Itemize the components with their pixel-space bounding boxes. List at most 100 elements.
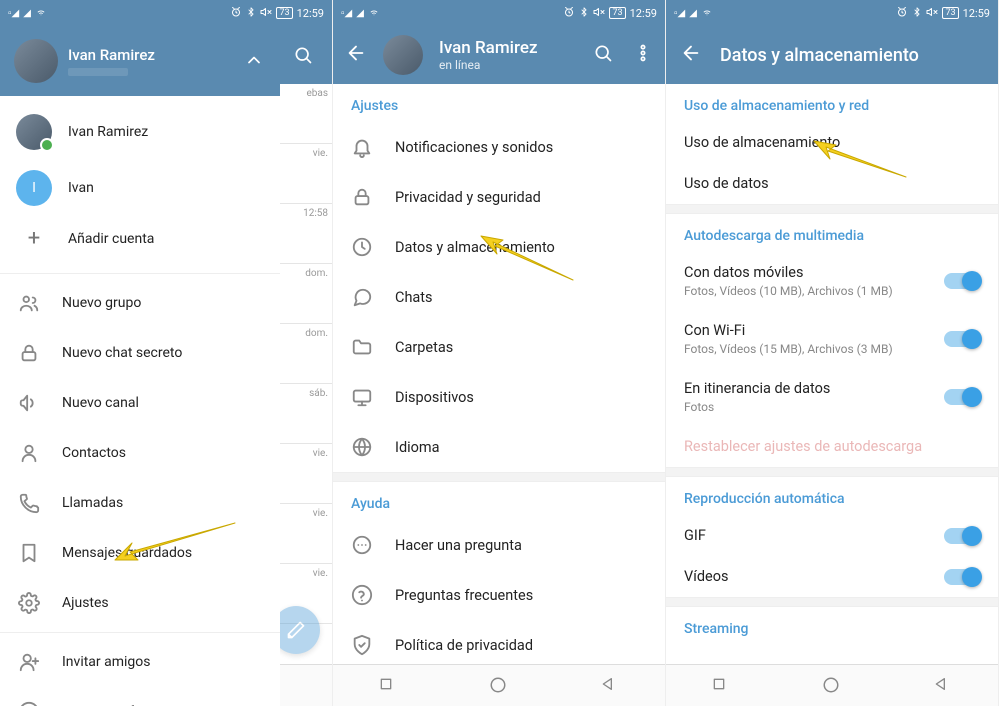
- profile-avatar[interactable]: [383, 35, 423, 75]
- setting-language[interactable]: Idioma: [333, 422, 665, 472]
- drawer-header: Ivan Ramirez: [0, 26, 280, 96]
- add-account-label: Añadir cuenta: [68, 231, 154, 247]
- help-ask[interactable]: Hacer una pregunta: [333, 520, 665, 570]
- menu-invite[interactable]: Invitar amigos: [0, 637, 280, 687]
- setting-data-storage[interactable]: Datos y almacenamiento: [333, 222, 665, 272]
- group-icon: [18, 292, 40, 314]
- profile-avatar[interactable]: [14, 39, 58, 83]
- menu-faq[interactable]: Preguntas frecuentes: [0, 687, 280, 706]
- online-badge: [40, 138, 54, 152]
- screen-drawer: ▫◢ ◢ 73 12:59 ebas vie. 12:58 dom. dom. …: [0, 0, 333, 706]
- alarm-icon: [230, 6, 242, 21]
- section-header-ayuda: Ayuda: [333, 482, 665, 520]
- data-storage-appbar: Datos y almacenamiento: [666, 26, 998, 84]
- account-item[interactable]: Ivan Ramirez: [0, 104, 280, 160]
- drawer-panel: Ivan Ramirez Ivan Ramirez I Ivan + Añadi…: [0, 26, 280, 706]
- chat-icon: [351, 534, 373, 556]
- menu-contacts[interactable]: Contactos: [0, 428, 280, 478]
- toggle[interactable]: [944, 569, 980, 585]
- setting-devices[interactable]: Dispositivos: [333, 372, 665, 422]
- menu-saved[interactable]: Mensajes guardados: [0, 528, 280, 578]
- item-data-usage[interactable]: Uso de datos: [666, 163, 998, 204]
- section-header-streaming: Streaming: [666, 607, 998, 645]
- menu-label: Llamadas: [62, 495, 123, 511]
- item-gif[interactable]: GIF: [666, 515, 998, 556]
- folder-icon: [351, 336, 373, 358]
- item-videos[interactable]: Vídeos: [666, 556, 998, 597]
- nav-bar: [333, 664, 665, 706]
- menu-label: Mensajes guardados: [62, 545, 192, 561]
- search-icon[interactable]: [593, 43, 613, 67]
- clock-icon: [351, 236, 373, 258]
- nav-back[interactable]: [600, 676, 620, 696]
- nav-bar: [666, 664, 998, 706]
- item-sub: Fotos, Vídeos (10 MB), Archivos (1 MB): [684, 284, 893, 298]
- item-label: Uso de datos: [684, 175, 769, 192]
- toggle[interactable]: [944, 389, 980, 405]
- menu-label: Invitar amigos: [62, 654, 151, 670]
- menu-settings[interactable]: Ajustes: [0, 578, 280, 628]
- chevron-up-icon[interactable]: [244, 50, 264, 74]
- nav-home[interactable]: [822, 676, 842, 696]
- setting-label: Carpetas: [395, 339, 453, 356]
- help-faq[interactable]: Preguntas frecuentes: [333, 570, 665, 620]
- menu-new-group[interactable]: Nuevo grupo: [0, 278, 280, 328]
- phone-icon: [18, 492, 40, 514]
- user-icon: [18, 442, 40, 464]
- item-label: Uso de almacenamiento: [684, 134, 840, 151]
- nav-back[interactable]: [933, 676, 953, 696]
- help-privacy[interactable]: Política de privacidad: [333, 620, 665, 670]
- toggle[interactable]: [944, 273, 980, 289]
- section-header-ajustes: Ajustes: [333, 84, 665, 122]
- item-reset: Restablecer ajustes de autodescarga: [666, 426, 998, 467]
- profile-phone-blurred: [68, 68, 128, 76]
- menu-label: Nuevo chat secreto: [62, 345, 182, 361]
- nav-home[interactable]: [489, 676, 509, 696]
- help-icon: [18, 701, 40, 706]
- item-label: En itinerancia de datos: [684, 380, 830, 397]
- setting-folders[interactable]: Carpetas: [333, 322, 665, 372]
- status-time: 12:59: [297, 7, 324, 20]
- globe-icon: [351, 436, 373, 458]
- setting-chats[interactable]: Chats: [333, 272, 665, 322]
- setting-label: Dispositivos: [395, 389, 474, 406]
- search-icon[interactable]: [293, 45, 313, 65]
- status-bar: ▫◢◢ 7312:59: [333, 0, 665, 26]
- item-label: Restablecer ajustes de autodescarga: [684, 438, 922, 455]
- bookmark-icon: [18, 542, 40, 564]
- screen-data-storage: ▫◢◢ 7312:59 Datos y almacenamiento Uso d…: [666, 0, 999, 706]
- settings-appbar: Ivan Ramirez en línea: [333, 26, 665, 84]
- menu-secret-chat[interactable]: Nuevo chat secreto: [0, 328, 280, 378]
- account-item[interactable]: I Ivan: [0, 160, 280, 216]
- setting-notifications[interactable]: Notificaciones y sonidos: [333, 122, 665, 172]
- menu-new-channel[interactable]: Nuevo canal: [0, 378, 280, 428]
- toggle[interactable]: [944, 528, 980, 544]
- shield-icon: [351, 634, 373, 656]
- item-label: Con datos móviles: [684, 264, 893, 281]
- item-label: Vídeos: [684, 568, 728, 585]
- back-icon[interactable]: [680, 42, 702, 68]
- bluetooth-icon: [246, 6, 256, 21]
- menu-label: Ajustes: [62, 595, 109, 611]
- item-roaming[interactable]: En itinerancia de datosFotos: [666, 368, 998, 426]
- item-wifi[interactable]: Con Wi-FiFotos, Vídeos (15 MB), Archivos…: [666, 310, 998, 368]
- nav-recent[interactable]: [711, 676, 731, 696]
- item-storage-usage[interactable]: Uso de almacenamiento: [666, 122, 998, 163]
- add-account-item[interactable]: + Añadir cuenta: [0, 216, 280, 261]
- menu-calls[interactable]: Llamadas: [0, 478, 280, 528]
- toggle[interactable]: [944, 331, 980, 347]
- more-icon[interactable]: [633, 43, 653, 67]
- item-mobile-data[interactable]: Con datos móviles Fotos, Vídeos (10 MB), …: [666, 252, 998, 310]
- back-icon[interactable]: [345, 42, 367, 68]
- section-header-autoplay: Reproducción automática: [666, 477, 998, 515]
- wifi-icon: [35, 7, 47, 20]
- signal-icon: ▫◢: [8, 8, 19, 19]
- profile-status: en línea: [439, 58, 538, 72]
- status-bar: ▫◢ ◢ 73 12:59: [0, 0, 332, 26]
- profile-name: Ivan Ramirez: [439, 38, 538, 58]
- setting-privacy[interactable]: Privacidad y seguridad: [333, 172, 665, 222]
- bell-icon: [351, 136, 373, 158]
- gear-icon: [18, 592, 40, 614]
- setting-label: Hacer una pregunta: [395, 537, 522, 554]
- nav-recent[interactable]: [378, 676, 398, 696]
